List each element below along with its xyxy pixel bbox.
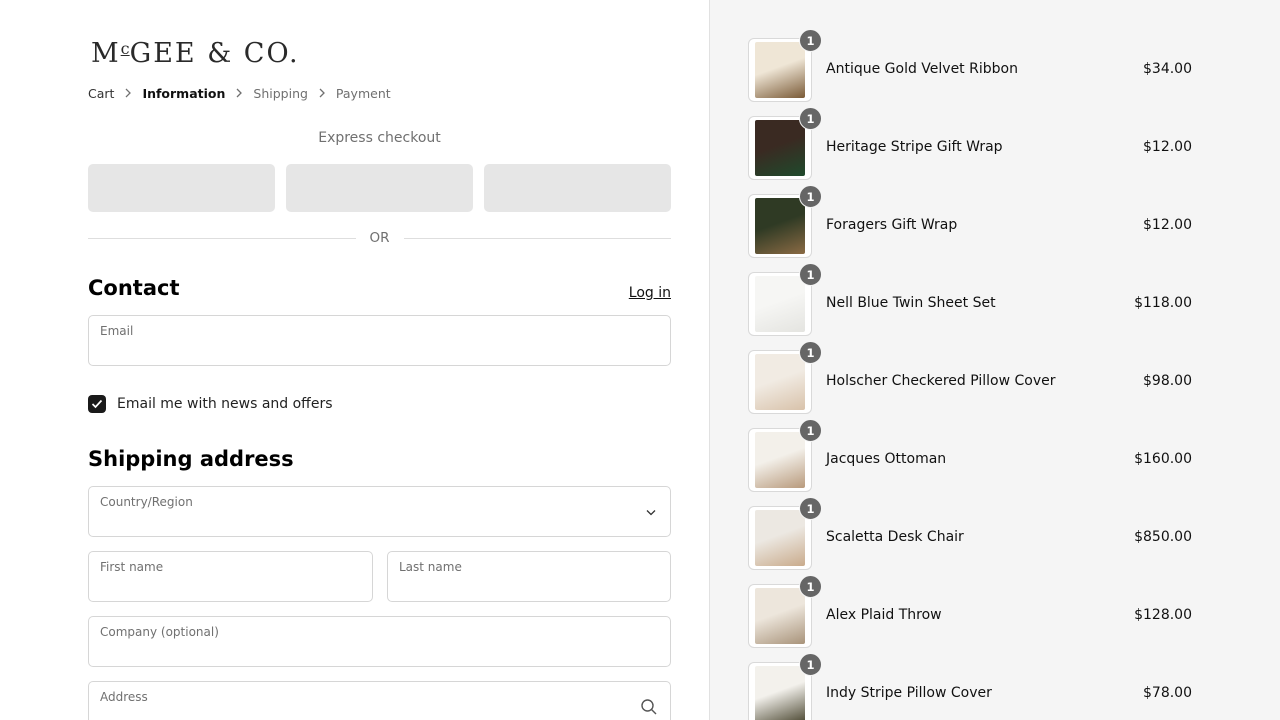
divider-line — [88, 237, 356, 239]
product-thumbnail: 1 — [748, 29, 822, 102]
breadcrumb-cart[interactable]: Cart — [88, 86, 114, 101]
product-price: $160.00 — [1134, 451, 1192, 467]
product-image — [755, 354, 805, 410]
product-name: Jacques Ottoman — [826, 451, 947, 467]
express-checkout-buttons — [88, 164, 671, 212]
product-thumbnail: 1 — [748, 497, 822, 570]
product-price: $78.00 — [1143, 685, 1192, 701]
chevron-down-icon — [646, 505, 656, 519]
logo-superscript: c — [120, 39, 130, 58]
email-field-label: Email — [100, 324, 134, 338]
login-link-wrap: Log in — [88, 282, 671, 301]
product-image — [755, 276, 805, 332]
product-thumbnail: 1 — [748, 575, 822, 648]
product-image — [755, 432, 805, 488]
product-image — [755, 666, 805, 720]
product-name: Scaletta Desk Chair — [826, 529, 964, 545]
last-name-label: Last name — [399, 560, 462, 574]
breadcrumb: Cart Information Shipping Payment — [88, 86, 391, 101]
chevron-right-icon — [308, 87, 336, 101]
product-name: Holscher Checkered Pillow Cover — [826, 373, 1056, 389]
logo-letter: M — [91, 38, 121, 69]
product-price: $850.00 — [1134, 529, 1192, 545]
product-price: $128.00 — [1134, 607, 1192, 623]
product-name: Antique Gold Velvet Ribbon — [826, 61, 1018, 77]
breadcrumb-information: Information — [142, 86, 226, 101]
order-summary-panel: 1 Antique Gold Velvet Ribbon $34.00 1 Herita… — [710, 0, 1280, 720]
divider-line — [403, 237, 672, 239]
newsletter-row: Email me with news and offers — [88, 395, 333, 413]
quantity-badge: 1 — [799, 29, 822, 52]
country-select-label: Country/Region — [100, 495, 193, 509]
cart-item: 1 Jacques Ottoman $160.00 — [748, 419, 1192, 506]
product-name: Foragers Gift Wrap — [826, 217, 958, 233]
product-name: Heritage Stripe Gift Wrap — [826, 139, 1003, 155]
product-thumbnail: 1 — [748, 185, 822, 258]
product-price: $12.00 — [1143, 139, 1192, 155]
product-thumbnail: 1 — [748, 107, 822, 180]
cart-item: 1 Heritage Stripe Gift Wrap $12.00 — [748, 107, 1192, 194]
or-divider: OR — [88, 230, 672, 246]
product-thumbnail: 1 — [748, 419, 822, 492]
first-name-field[interactable]: First name — [88, 551, 373, 602]
quantity-badge: 1 — [799, 107, 822, 130]
quantity-badge: 1 — [799, 341, 822, 364]
cart-items-list: 1 Antique Gold Velvet Ribbon $34.00 1 Herita… — [748, 29, 1192, 720]
product-price: $34.00 — [1143, 61, 1192, 77]
product-name: Indy Stripe Pillow Cover — [826, 685, 992, 701]
search-icon[interactable] — [640, 698, 658, 720]
checkout-main-panel: McGEE & CO. Cart Information Shipping Pa… — [0, 0, 710, 720]
email-field[interactable]: Email — [88, 315, 671, 366]
product-price: $12.00 — [1143, 217, 1192, 233]
or-label: OR — [369, 230, 390, 246]
checkmark-icon — [91, 399, 103, 409]
cart-item: 1 Antique Gold Velvet Ribbon $34.00 — [748, 29, 1192, 116]
quantity-badge: 1 — [799, 263, 822, 286]
login-link[interactable]: Log in — [629, 285, 671, 301]
cart-item: 1 Foragers Gift Wrap $12.00 — [748, 185, 1192, 272]
address-field[interactable]: Address — [88, 681, 671, 720]
cart-item: 1 Alex Plaid Throw $128.00 — [748, 575, 1192, 662]
brand-logo[interactable]: McGEE & CO. — [91, 38, 300, 69]
company-label: Company (optional) — [100, 625, 219, 639]
cart-item: 1 Holscher Checkered Pillow Cover $98.00 — [748, 341, 1192, 428]
product-price: $118.00 — [1134, 295, 1192, 311]
product-thumbnail: 1 — [748, 653, 822, 720]
product-name: Alex Plaid Throw — [826, 607, 942, 623]
quantity-badge: 1 — [799, 497, 822, 520]
express-checkout-title: Express checkout — [318, 130, 441, 146]
product-image — [755, 588, 805, 644]
quantity-badge: 1 — [799, 185, 822, 208]
breadcrumb-payment: Payment — [335, 86, 391, 101]
newsletter-label: Email me with news and offers — [117, 396, 333, 412]
company-field[interactable]: Company (optional) — [88, 616, 671, 667]
express-pay-button-1[interactable] — [88, 164, 275, 212]
country-select[interactable]: Country/Region — [88, 486, 671, 537]
quantity-badge: 1 — [799, 419, 822, 442]
logo-text: GEE & CO. — [129, 38, 300, 69]
product-price: $98.00 — [1143, 373, 1192, 389]
first-name-label: First name — [100, 560, 164, 574]
last-name-field[interactable]: Last name — [387, 551, 671, 602]
express-pay-button-3[interactable] — [484, 164, 671, 212]
cart-item: 1 Scaletta Desk Chair $850.00 — [748, 497, 1192, 584]
cart-item: 1 Nell Blue Twin Sheet Set $118.00 — [748, 263, 1192, 350]
product-name: Nell Blue Twin Sheet Set — [826, 295, 996, 311]
express-pay-button-2[interactable] — [286, 164, 473, 212]
product-image — [755, 42, 805, 98]
product-thumbnail: 1 — [748, 341, 822, 414]
chevron-right-icon — [114, 87, 142, 101]
quantity-badge: 1 — [799, 653, 822, 676]
cart-item: 1 Indy Stripe Pillow Cover $78.00 — [748, 653, 1192, 720]
product-image — [755, 120, 805, 176]
shipping-address-heading: Shipping address — [88, 447, 294, 471]
product-thumbnail: 1 — [748, 263, 822, 336]
chevron-right-icon — [225, 87, 253, 101]
product-image — [755, 510, 805, 566]
quantity-badge: 1 — [799, 575, 822, 598]
address-label: Address — [100, 690, 148, 704]
product-image — [755, 198, 805, 254]
newsletter-checkbox[interactable] — [88, 395, 106, 413]
breadcrumb-shipping: Shipping — [253, 86, 308, 101]
